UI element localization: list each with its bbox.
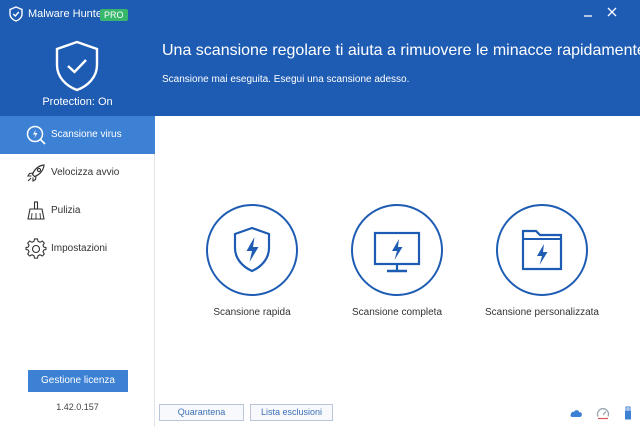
quick-scan-button[interactable]: Scansione rapida — [187, 204, 317, 322]
usb-icon[interactable] — [621, 406, 635, 420]
scan-status-text: Scansione mai eseguita. Esegui una scans… — [162, 74, 410, 85]
scan-option-label: Scansione rapida — [213, 307, 291, 318]
protection-shield-icon — [55, 40, 99, 92]
scan-option-circle — [351, 204, 443, 296]
sidebar-item-velocizza-avvio[interactable]: Velocizza avvio — [0, 154, 155, 192]
main-panel: Scansione rapida Scansione completa Scan… — [156, 116, 640, 427]
sidebar: Scansione virus Velocizza avvio Pulizia … — [0, 116, 155, 427]
scan-option-circle — [206, 204, 298, 296]
scan-option-circle — [496, 204, 588, 296]
header-banner: Malware Hunter PRO Protection: On Una sc… — [0, 0, 640, 116]
pro-badge: PRO — [100, 9, 128, 21]
scan-option-label: Scansione personalizzata — [485, 307, 599, 318]
sidebar-item-label: Impostazioni — [51, 243, 108, 254]
app-title: Malware Hunter — [28, 8, 106, 20]
rocket-icon — [27, 164, 45, 182]
sidebar-item-scansione-virus[interactable]: Scansione virus — [0, 116, 155, 154]
page-headline: Una scansione regolare ti aiuta a rimuov… — [162, 42, 640, 59]
shield-logo-icon — [9, 6, 23, 22]
version-label: 1.42.0.157 — [56, 402, 99, 412]
quarantine-button[interactable]: Quarantena — [159, 404, 244, 421]
manage-license-button[interactable]: Gestione licenza — [28, 370, 128, 392]
sidebar-item-pulizia[interactable]: Pulizia — [0, 192, 155, 230]
gear-icon — [25, 238, 47, 259]
cloud-icon[interactable] — [569, 406, 583, 420]
monitor-lightning-icon — [373, 231, 421, 273]
sidebar-item-label: Pulizia — [51, 205, 81, 216]
sidebar-item-label: Scansione virus — [51, 129, 122, 140]
speed-gauge-icon[interactable] — [596, 406, 610, 420]
sidebar-item-label: Velocizza avvio — [51, 167, 120, 178]
protection-status: Protection: On — [42, 96, 113, 108]
sidebar-item-impostazioni[interactable]: Impostazioni — [0, 230, 155, 268]
close-icon[interactable] — [604, 4, 620, 20]
broom-icon — [27, 201, 45, 220]
folder-lightning-icon — [521, 229, 563, 271]
minimize-icon[interactable] — [580, 4, 596, 20]
scan-option-label: Scansione completa — [351, 307, 443, 318]
custom-scan-button[interactable]: Scansione personalizzata — [477, 204, 607, 322]
scan-virus-icon — [26, 125, 46, 145]
title-bar: Malware Hunter PRO — [0, 0, 640, 26]
exclusion-list-button[interactable]: Lista esclusioni — [250, 404, 333, 421]
full-scan-button[interactable]: Scansione completa — [332, 204, 462, 322]
shield-lightning-icon — [233, 226, 271, 273]
